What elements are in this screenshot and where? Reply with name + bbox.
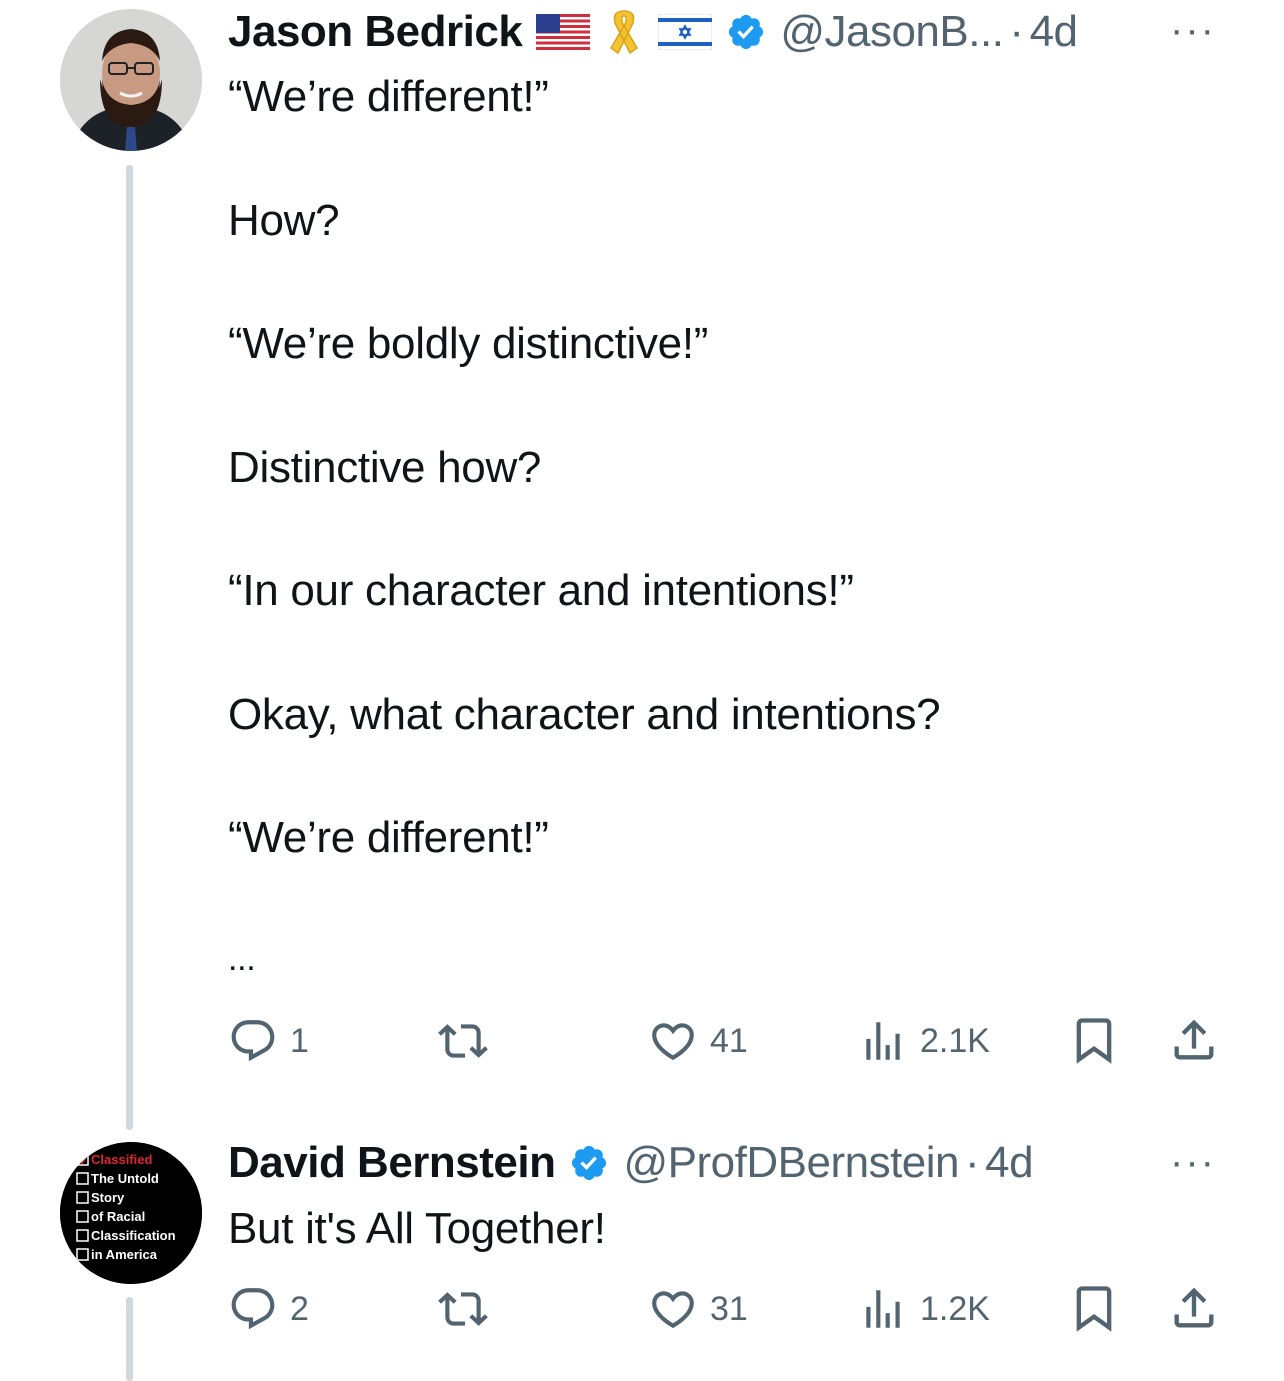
avatar-text: Classified	[91, 1152, 152, 1167]
yellow-ribbon-icon	[604, 7, 644, 57]
repost-icon	[438, 1292, 488, 1326]
avatar[interactable]: Classified The Untold Story of Racial Cl…	[60, 1142, 202, 1284]
reply-button[interactable]: 2	[228, 1284, 309, 1334]
book-cover-avatar-icon: Classified The Untold Story of Racial Cl…	[60, 1142, 202, 1284]
tweet-text-line: “In our character and intentions!”	[228, 566, 854, 615]
views-chart-icon	[866, 1022, 900, 1060]
separator-dot: ·	[1009, 7, 1024, 56]
avatar-text: Story	[91, 1190, 125, 1205]
like-count: 31	[710, 1289, 748, 1328]
share-button[interactable]	[1168, 1282, 1220, 1334]
repost-icon	[438, 1024, 488, 1058]
heart-icon	[652, 1023, 694, 1061]
like-count: 41	[710, 1021, 748, 1060]
share-button[interactable]	[1168, 1014, 1220, 1066]
thread-line-bottom	[126, 1297, 133, 1381]
tweet-text-line: Okay, what character and intentions?	[228, 690, 941, 739]
more-options-button[interactable]: ···	[1170, 8, 1216, 53]
tweet-text-line: But it's All Together!	[228, 1204, 606, 1253]
view-count: 1.2K	[920, 1289, 990, 1328]
tweet-text-line: Distinctive how?	[228, 443, 542, 492]
author-name[interactable]: David Bernstein	[228, 1138, 556, 1188]
reply-count: 2	[290, 1289, 309, 1328]
avatar-text: of Racial	[91, 1209, 145, 1224]
heart-icon	[652, 1291, 694, 1329]
share-icon	[1174, 1287, 1214, 1328]
reply-button[interactable]: 1	[228, 1016, 309, 1066]
author-handle[interactable]: @JasonB...	[780, 7, 1004, 57]
tweet-text-line: How?	[228, 196, 340, 245]
thread-line-top	[126, 165, 133, 1130]
like-button[interactable]: 41	[648, 1016, 748, 1066]
avatar-text: The Untold	[91, 1171, 159, 1186]
show-more-ellipsis[interactable]: ...	[228, 940, 256, 979]
avatar[interactable]	[60, 9, 202, 151]
share-icon	[1174, 1019, 1214, 1060]
verified-badge-icon	[726, 12, 766, 52]
reply-icon	[231, 1020, 275, 1062]
tweet-text-line: “We’re different!”	[228, 72, 549, 121]
like-button[interactable]: 31	[648, 1284, 748, 1334]
avatar-text: in America	[91, 1247, 158, 1262]
person-photo-avatar-icon	[60, 9, 202, 151]
author-name[interactable]: Jason Bedrick	[228, 7, 523, 57]
tweet-text-line: “We’re different!”	[228, 813, 549, 862]
bookmark-button[interactable]	[1068, 1282, 1120, 1334]
timestamp[interactable]: 4d	[1030, 7, 1078, 57]
repost-button[interactable]	[438, 1016, 488, 1066]
tweet-header: Jason Bedrick @JasonB... · 4d	[228, 7, 1078, 57]
more-options-button[interactable]: ···	[1170, 1140, 1216, 1185]
bookmark-icon	[1076, 1018, 1112, 1064]
timestamp[interactable]: 4d	[985, 1138, 1033, 1188]
reply-count: 1	[290, 1021, 309, 1060]
separator-dot: ·	[965, 1138, 980, 1187]
tweet-header: David Bernstein @ProfDBernstein · 4d	[228, 1138, 1034, 1188]
views-chart-icon	[866, 1290, 900, 1328]
avatar-text: Classification	[91, 1228, 176, 1243]
view-count: 2.1K	[920, 1021, 990, 1060]
israel-flag-icon	[658, 14, 713, 50]
repost-button[interactable]	[438, 1284, 488, 1334]
reply-icon	[231, 1288, 275, 1330]
bookmark-button[interactable]	[1068, 1014, 1120, 1066]
views-button[interactable]: 2.1K	[858, 1016, 990, 1066]
tweet-text-line: “We’re boldly distinctive!”	[228, 319, 709, 368]
author-handle[interactable]: @ProfDBernstein	[623, 1138, 959, 1188]
views-button[interactable]: 1.2K	[858, 1284, 990, 1334]
bookmark-icon	[1076, 1286, 1112, 1332]
verified-badge-icon	[569, 1143, 609, 1183]
us-flag-icon	[536, 14, 591, 50]
